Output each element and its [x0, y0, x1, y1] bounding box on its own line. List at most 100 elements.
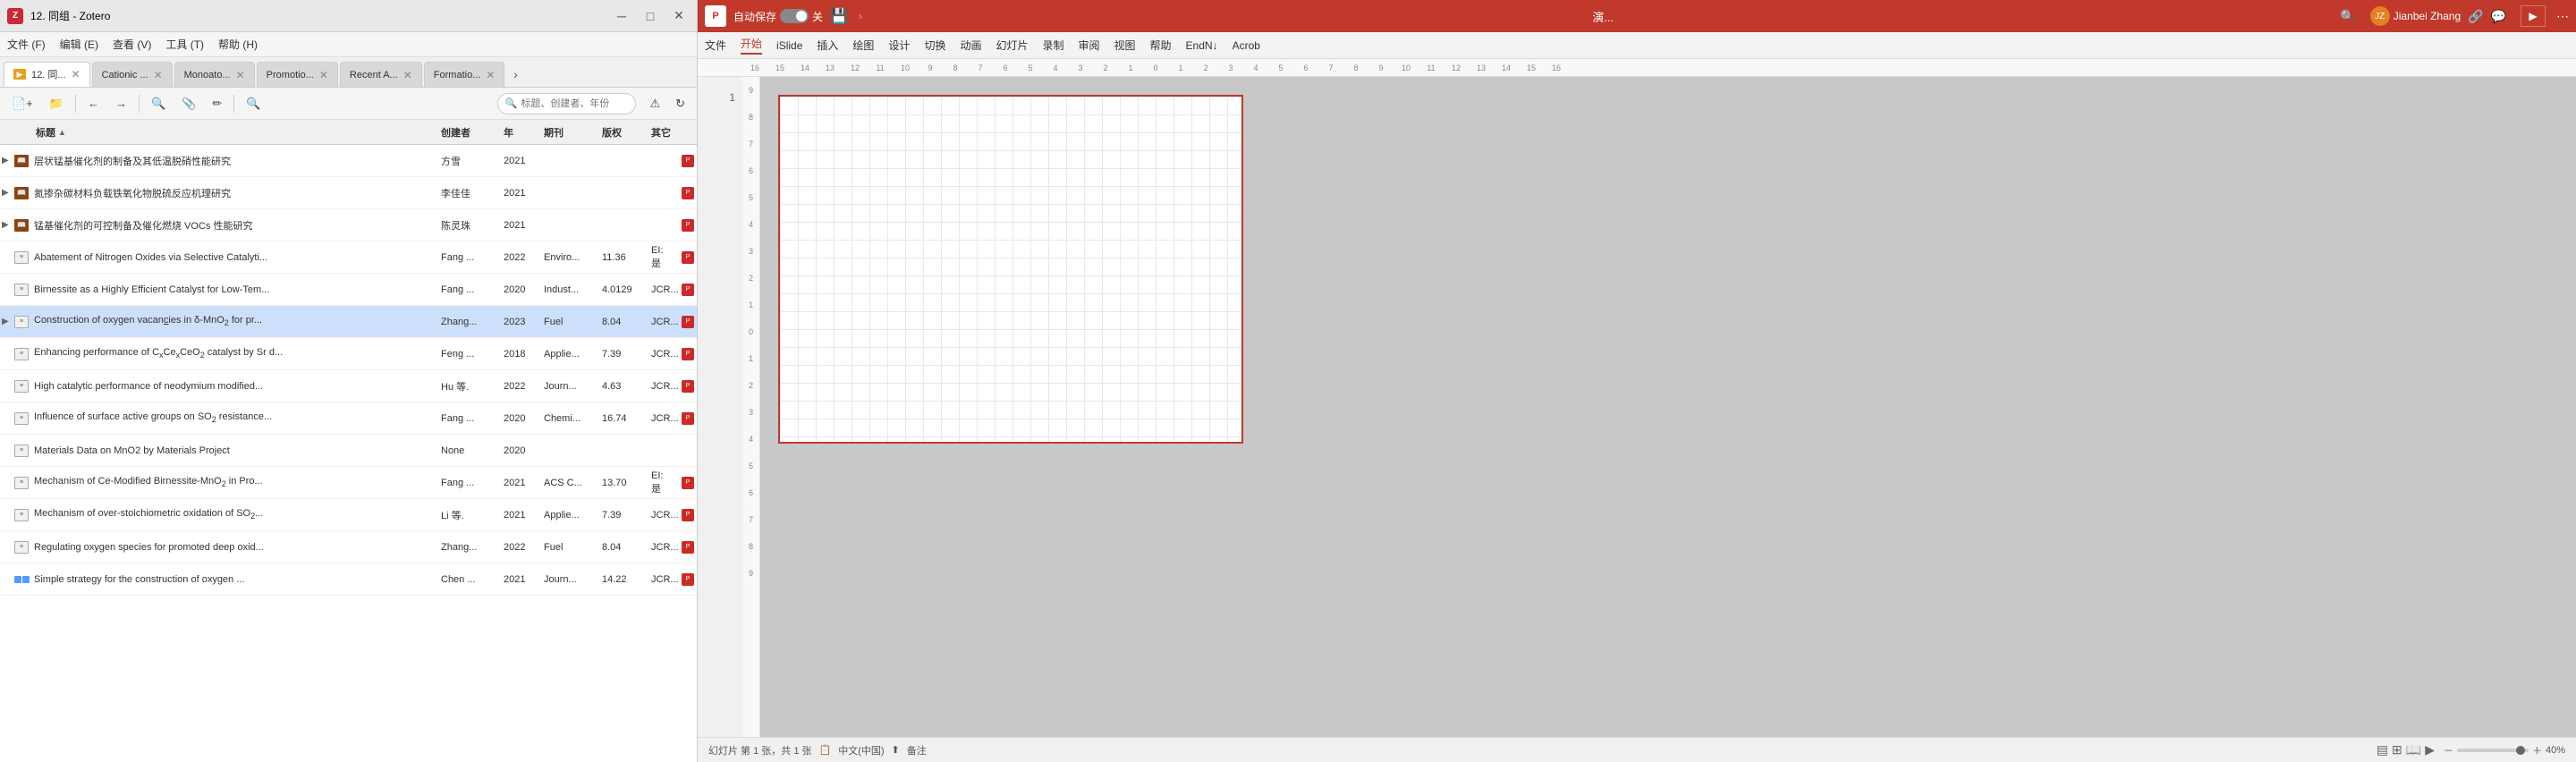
ppt-present-button[interactable]: ▶ — [2521, 5, 2546, 27]
ppt-save-icon[interactable]: 💾 — [830, 7, 848, 25]
ruler-num: 13 — [818, 64, 843, 72]
tab-close-5[interactable]: ✕ — [486, 69, 495, 81]
annotate-button[interactable]: ✏ — [206, 92, 228, 115]
row-expand-6[interactable]: ▶ — [0, 317, 13, 326]
table-row[interactable]: ≡ Mechanism of Ce-Modified Birnessite-Mn… — [0, 467, 697, 499]
table-row[interactable]: ≡ Regulating oxygen species for promoted… — [0, 531, 697, 563]
menu-help[interactable]: 帮助 (H) — [218, 37, 258, 52]
tab-close-4[interactable]: ✕ — [403, 69, 412, 81]
side-ruler-num: 9 — [749, 77, 753, 104]
table-row[interactable]: Simple strategy for the construction of … — [0, 563, 697, 596]
row-year-4: 2022 — [500, 252, 540, 263]
tab-current-folder[interactable]: ▶ 12. 同... ✕ — [4, 62, 90, 87]
comment-icon[interactable]: 💬 — [2491, 9, 2506, 24]
ppt-menu-animations[interactable]: 动画 — [960, 38, 981, 53]
ppt-menu-home[interactable]: 开始 — [741, 36, 762, 55]
table-row[interactable]: ▶ 📖 锰基催化剂的可控制备及催化燃烧 VOCs 性能研究 陈灵珠 2021 P — [0, 209, 697, 241]
tab-3[interactable]: Promotio... ✕ — [257, 62, 338, 87]
zoom-out-button[interactable]: － — [2444, 743, 2453, 758]
tab-4[interactable]: Recent A... ✕ — [340, 62, 422, 87]
table-row[interactable]: ▶ ≡ Construction of oxygen vacancies in … — [0, 306, 697, 338]
tab-1[interactable]: Cationic ... ✕ — [92, 62, 173, 87]
ppt-menu-islide[interactable]: iSlide — [776, 39, 802, 52]
tab-5[interactable]: Formatio... ✕ — [424, 62, 505, 87]
row-expand-3[interactable]: ▶ — [0, 220, 13, 230]
reading-view-button[interactable]: 📖 — [2406, 742, 2421, 758]
new-item-button[interactable]: 📄+ — [5, 92, 39, 115]
row-expand-1[interactable]: ▶ — [0, 156, 13, 165]
ppt-menu-endn[interactable]: EndN↓ — [1186, 39, 1218, 52]
slide-canvas-area[interactable] — [760, 77, 2576, 737]
tab-close-2[interactable]: ✕ — [236, 69, 245, 81]
tab-close-3[interactable]: ✕ — [319, 69, 328, 81]
maximize-button[interactable]: □ — [640, 8, 661, 24]
menu-tools[interactable]: 工具 (T) — [165, 37, 204, 52]
close-button[interactable]: ✕ — [668, 8, 690, 24]
table-row[interactable]: ▶ 📖 氮掺杂碳材料负载铁氧化物脱硫反应机理研究 李佳佳 2021 P — [0, 177, 697, 209]
col-header-year[interactable]: 年 — [500, 125, 540, 140]
attach-button[interactable]: 📎 — [175, 92, 202, 115]
ppt-menu-help[interactable]: 帮助 — [1150, 38, 1172, 53]
search-all-button[interactable]: 🔍 — [240, 92, 267, 115]
pdf-icon-9: P — [682, 412, 694, 425]
zoom-level: 40% — [2546, 745, 2565, 756]
search-input[interactable] — [521, 98, 628, 109]
ruler-num: 3 — [1068, 64, 1093, 72]
normal-view-button[interactable]: ▤ — [2377, 742, 2388, 758]
ppt-menu-draw[interactable]: 绘图 — [852, 38, 874, 53]
zoom-in-button[interactable]: ＋ — [2532, 743, 2542, 758]
col-header-title[interactable]: 标题 ▲ — [30, 125, 437, 140]
table-row[interactable]: ≡ Birnessite as a Highly Efficient Catal… — [0, 274, 697, 306]
minimize-button[interactable]: ─ — [611, 8, 632, 24]
slide-canvas[interactable] — [778, 95, 1243, 444]
ppt-menu-transitions[interactable]: 切换 — [924, 38, 945, 53]
back-button[interactable]: ← — [81, 92, 106, 115]
ppt-menu-insert[interactable]: 插入 — [817, 38, 838, 53]
ppt-search-icon[interactable]: 🔍 — [2340, 9, 2355, 24]
table-row[interactable]: ≡ Abatement of Nitrogen Oxides via Selec… — [0, 241, 697, 274]
locate-button[interactable]: 🔍 — [145, 92, 172, 115]
table-row[interactable]: ≡ High catalytic performance of neodymiu… — [0, 370, 697, 402]
upload-icon[interactable]: ⬆ — [892, 744, 900, 756]
ppt-menu-view[interactable]: 视图 — [1114, 38, 1136, 53]
ppt-more-icon[interactable]: ⋯ — [2556, 9, 2569, 24]
alert-button[interactable]: ⚠ — [643, 92, 666, 115]
ppt-menu-file[interactable]: 文件 — [705, 38, 726, 53]
slideshow-button[interactable]: ▶ — [2425, 742, 2435, 758]
share-icon[interactable]: 🔗 — [2468, 9, 2483, 24]
col-header-other[interactable]: 其它 — [648, 125, 679, 140]
col-header-rights[interactable]: 版权 — [598, 125, 648, 140]
tab-close-0[interactable]: ✕ — [72, 68, 80, 80]
table-row[interactable]: ≡ Influence of surface active groups on … — [0, 402, 697, 435]
table-row[interactable]: ≡ Mechanism of over-stoichiometric oxida… — [0, 499, 697, 531]
tabs-more-button[interactable]: › — [506, 62, 524, 87]
col-header-journal[interactable]: 期刊 — [540, 125, 598, 140]
col-header-author[interactable]: 创建者 — [437, 125, 500, 140]
autosave-label: 自动保存 — [733, 9, 776, 24]
row-other-11: EI: 是 — [648, 470, 679, 495]
slide-panel-icon[interactable]: 📋 — [819, 744, 832, 756]
table-row[interactable]: ≡ Materials Data on MnO2 by Materials Pr… — [0, 435, 697, 467]
table-row[interactable]: ▶ 📖 层状锰基催化剂的制备及其低温脱硝性能研究 方雪 2021 P — [0, 145, 697, 177]
tab-close-1[interactable]: ✕ — [154, 69, 163, 81]
ppt-menu-record[interactable]: 录制 — [1042, 38, 1063, 53]
ppt-menu-review[interactable]: 审阅 — [1079, 38, 1100, 53]
menu-view[interactable]: 查看 (V) — [113, 37, 151, 52]
article-icon-7: ≡ — [14, 348, 29, 360]
autosave-toggle[interactable] — [780, 9, 809, 23]
notes-label[interactable]: 备注 — [907, 743, 927, 758]
zoom-slider[interactable] — [2457, 749, 2529, 752]
open-folder-button[interactable]: 📁 — [43, 92, 70, 115]
sync-button[interactable]: ↻ — [669, 92, 691, 115]
tab-2[interactable]: Monoato... ✕ — [174, 62, 255, 87]
row-expand-2[interactable]: ▶ — [0, 188, 13, 198]
ppt-menu-slideshow[interactable]: 幻灯片 — [996, 38, 1028, 53]
menu-file[interactable]: 文件 (F) — [7, 37, 46, 52]
table-row[interactable]: ≡ Enhancing performance of CxCexCeO2 cat… — [0, 338, 697, 370]
row-rights-5: 4.0129 — [598, 284, 648, 295]
slide-sorter-button[interactable]: ⊞ — [2392, 742, 2402, 758]
ppt-menu-design[interactable]: 设计 — [888, 38, 910, 53]
menu-edit[interactable]: 编辑 (E) — [60, 37, 98, 52]
forward-button[interactable]: → — [109, 92, 133, 115]
ppt-menu-acrob[interactable]: Acrob — [1233, 39, 1260, 52]
